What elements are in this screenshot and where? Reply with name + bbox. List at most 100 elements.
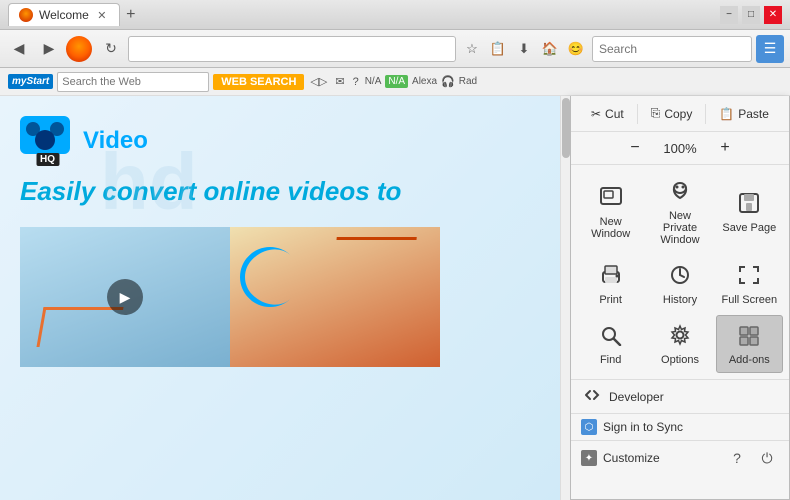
web-content: HQ Video Easily convert online videos to…	[0, 96, 570, 500]
scrollbar-thumb[interactable]	[562, 98, 570, 158]
video-strip: ▶	[20, 227, 440, 367]
menu-item-save-page[interactable]: Save Page	[716, 171, 783, 253]
zoom-in-button[interactable]: +	[713, 136, 737, 160]
favicon	[19, 8, 33, 22]
new-window-label: New Window	[582, 216, 639, 240]
private-window-icon	[668, 180, 692, 206]
na-badge: N/A	[365, 76, 382, 87]
vertical-scrollbar[interactable]	[560, 96, 570, 500]
save-page-icon	[738, 192, 760, 218]
forward-button[interactable]: ▶	[36, 36, 62, 62]
bookmarks-bar: myStart WEB SEARCH ◁▷ ✉ ? N/A N/A Alexa …	[0, 68, 790, 96]
cut-icon: ✂	[591, 107, 601, 121]
copy-button[interactable]: ⎘ Copy	[640, 102, 704, 125]
cut-button[interactable]: ✂ Cut	[580, 103, 635, 125]
tab-title: Welcome	[39, 8, 89, 22]
toolbar-icons: ☆ 📋 ⬇ 🏠 😊	[460, 37, 588, 61]
menu-item-history[interactable]: History	[646, 255, 713, 313]
private-window-label: New Private Window	[651, 210, 708, 246]
web-search-button[interactable]: WEB SEARCH	[213, 74, 304, 90]
browser-tab[interactable]: Welcome ✕	[8, 3, 120, 26]
addons-label: Add-ons	[729, 354, 770, 366]
close-button[interactable]: ✕	[764, 6, 782, 24]
hq-camera-icon: HQ	[20, 116, 75, 166]
minimize-button[interactable]: −	[720, 6, 738, 24]
find-icon	[599, 324, 623, 350]
play-button[interactable]: ▶	[107, 279, 143, 315]
firefox-menu-panel: ✂ Cut ⎘ Copy 📋 Paste − 100% +	[570, 96, 790, 500]
menu-item-find[interactable]: Find	[577, 315, 644, 373]
help-icon[interactable]: ?	[725, 446, 749, 470]
fullscreen-label: Full Screen	[722, 294, 778, 306]
fullscreen-icon	[737, 264, 761, 290]
addons-icon	[737, 324, 761, 350]
copy-icon: ⎘	[651, 106, 661, 121]
tab-close-button[interactable]: ✕	[95, 8, 109, 22]
history-label: History	[663, 294, 697, 306]
main-area: HQ Video Easily convert online videos to…	[0, 96, 790, 500]
search-input[interactable]	[592, 36, 752, 62]
zoom-row: − 100% +	[571, 132, 789, 165]
menu-item-fullscreen[interactable]: Full Screen	[716, 255, 783, 313]
maximize-button[interactable]: □	[742, 6, 760, 24]
paste-icon: 📋	[719, 107, 734, 121]
bookmark-icon-1[interactable]: ◁▷	[308, 75, 329, 88]
print-label: Print	[599, 294, 622, 306]
headphone-icon: 🎧	[441, 75, 455, 88]
developer-menu-item[interactable]: Developer	[571, 380, 789, 414]
developer-icon	[583, 386, 601, 407]
alexa-label: Alexa	[412, 76, 437, 87]
title-bar: Welcome ✕ + − □ ✕	[0, 0, 790, 30]
menu-item-options[interactable]: Options	[646, 315, 713, 373]
radio-label: Rad	[459, 76, 477, 87]
hq-badge: HQ	[36, 153, 59, 166]
reading-list-icon[interactable]: 📋	[486, 37, 510, 61]
options-label: Options	[661, 354, 699, 366]
customize-label: Customize	[603, 451, 660, 465]
save-page-label: Save Page	[722, 222, 776, 234]
home-icon[interactable]: 🏠	[538, 37, 562, 61]
video-thumb-left: ▶	[20, 227, 230, 367]
bookmark-star-icon[interactable]: ☆	[460, 37, 484, 61]
paste-button[interactable]: 📋 Paste	[708, 103, 780, 125]
history-icon	[668, 264, 692, 290]
firefox-logo	[66, 36, 92, 62]
developer-label: Developer	[609, 390, 664, 404]
options-icon	[668, 324, 692, 350]
reload-button[interactable]: ↻	[98, 36, 124, 62]
sign-in-menu-item[interactable]: ⬡ Sign in to Sync	[571, 414, 789, 441]
menu-item-new-window[interactable]: New Window	[577, 171, 644, 253]
navigation-bar: ◀ ▶ ↻ ☆ 📋 ⬇ 🏠 😊 ☰	[0, 30, 790, 68]
address-bar[interactable]	[128, 36, 456, 62]
separator-1	[637, 104, 638, 124]
menu-grid: New Window New Private Window Save Page	[571, 165, 789, 380]
print-icon	[599, 264, 623, 290]
cut-copy-paste-row: ✂ Cut ⎘ Copy 📋 Paste	[571, 96, 789, 132]
menu-item-print[interactable]: Print	[577, 255, 644, 313]
zoom-value: 100%	[655, 141, 705, 156]
power-icon[interactable]: ⏻	[755, 446, 779, 470]
sign-in-icon: ⬡	[581, 419, 597, 435]
watermark-text: hd	[100, 136, 198, 228]
window-controls: − □ ✕	[720, 6, 782, 24]
new-tab-button[interactable]: +	[120, 4, 142, 26]
zoom-out-button[interactable]: −	[623, 136, 647, 160]
new-window-icon	[599, 186, 623, 212]
menu-item-private-window[interactable]: New Private Window	[646, 171, 713, 253]
customize-menu-item[interactable]: ✦ Customize ? ⏻	[571, 441, 789, 475]
back-button[interactable]: ◀	[6, 36, 32, 62]
find-label: Find	[600, 354, 621, 366]
sign-in-label: Sign in to Sync	[603, 420, 683, 434]
email-icon[interactable]: ✉	[333, 75, 346, 88]
na-green-badge: N/A	[385, 75, 408, 88]
video-thumb-right	[230, 227, 440, 367]
bookmark-search-input[interactable]	[57, 72, 209, 92]
separator-2	[705, 104, 706, 124]
hamburger-menu-button[interactable]: ☰	[756, 35, 784, 63]
menu-item-addons[interactable]: Add-ons	[716, 315, 783, 373]
emoji-icon[interactable]: 😊	[564, 37, 588, 61]
download-icon[interactable]: ⬇	[512, 37, 536, 61]
customize-icon: ✦	[581, 450, 597, 466]
mystart-logo[interactable]: myStart	[8, 74, 53, 89]
question-icon[interactable]: ?	[351, 76, 361, 88]
